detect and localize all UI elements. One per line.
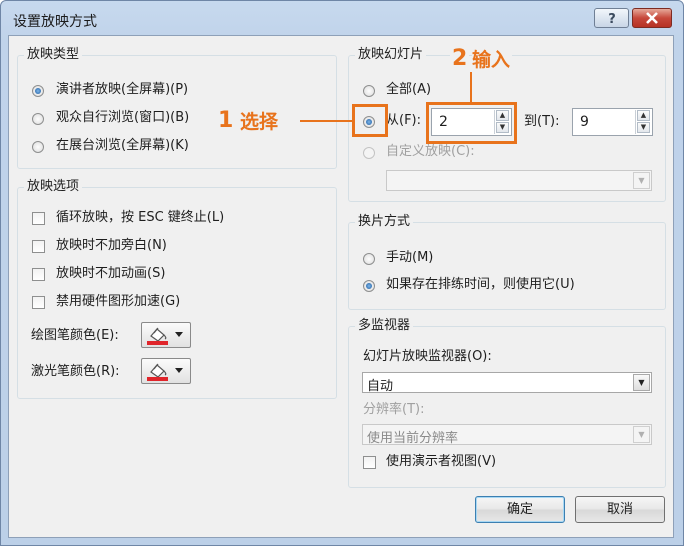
resolution-label: 分辨率(T):	[363, 402, 425, 417]
custom-show-select[interactable]: ▼	[386, 170, 652, 191]
chevron-down-icon: ▼	[633, 172, 650, 189]
to-down-arrow[interactable]: ▼	[637, 122, 650, 133]
monitor-select[interactable]: 自动 ▼	[362, 372, 652, 394]
checkbox-loop-label: 循环放映，按 ESC 键终止(L)	[56, 210, 225, 225]
checkbox-no-narration-label: 放映时不加旁白(N)	[56, 238, 167, 253]
laser-color-picker[interactable]	[141, 358, 191, 384]
close-icon	[646, 12, 658, 24]
step2-text: 输入	[472, 48, 513, 72]
advance-group-title: 换片方式	[355, 214, 414, 230]
checkbox-no-animation-label: 放映时不加动画(S)	[56, 266, 166, 281]
checkbox-no-animation[interactable]	[32, 268, 45, 281]
resolution-select-value: 使用当前分辨率	[367, 431, 459, 446]
show-type-group-title: 放映类型	[24, 47, 83, 63]
to-label: 到(T):	[524, 114, 560, 129]
radio-presenter-label: 演讲者放映(全屏幕)(P)	[56, 82, 189, 97]
radio-individual[interactable]	[32, 113, 44, 125]
chevron-down-icon	[175, 332, 183, 337]
step2-callout-line	[470, 72, 472, 102]
help-button[interactable]: ?	[594, 8, 629, 28]
paint-bucket-icon	[147, 327, 168, 345]
checkbox-presenter-view[interactable]	[363, 456, 376, 469]
radio-use-timings-label: 如果存在排练时间，则使用它(U)	[386, 277, 575, 292]
slides-group-title: 放映幻灯片	[355, 47, 427, 63]
resolution-select[interactable]: 使用当前分辨率 ▼	[362, 424, 652, 446]
step1-callout-line	[300, 120, 352, 122]
help-icon: ?	[608, 12, 616, 25]
pen-color-picker[interactable]	[141, 322, 191, 348]
step2-highlight-box	[426, 102, 517, 144]
step2-number: 2	[450, 46, 470, 72]
radio-all-slides[interactable]	[363, 85, 375, 97]
monitor-select-value: 自动	[367, 379, 394, 394]
monitors-group-title: 多监视器	[355, 318, 414, 334]
checkbox-disable-hw-accel[interactable]	[32, 296, 45, 309]
step1-number: 1	[218, 108, 234, 133]
step1-text: 选择	[240, 111, 279, 133]
chevron-down-icon: ▼	[633, 374, 650, 391]
close-button[interactable]	[632, 8, 672, 28]
radio-kiosk[interactable]	[32, 141, 44, 153]
chevron-down-icon	[175, 368, 183, 373]
to-spinner[interactable]: 9 ▲ ▼	[572, 108, 653, 136]
radio-custom-show[interactable]	[363, 147, 375, 159]
step1-highlight-box	[352, 104, 388, 137]
radio-kiosk-label: 在展台浏览(全屏幕)(K)	[56, 138, 189, 153]
dialog-title: 设置放映方式	[13, 14, 97, 30]
show-options-group-title: 放映选项	[24, 179, 83, 195]
to-value: 9	[580, 114, 589, 130]
advance-group: 换片方式	[348, 214, 666, 310]
radio-custom-show-label: 自定义放映(C):	[386, 144, 475, 159]
to-up-arrow[interactable]: ▲	[637, 110, 650, 121]
chevron-down-icon: ▼	[633, 426, 650, 443]
monitor-label: 幻灯片放映监视器(O):	[363, 349, 492, 364]
cancel-button[interactable]: 取消	[575, 496, 665, 523]
radio-individual-label: 观众自行浏览(窗口)(B)	[56, 110, 190, 125]
checkbox-disable-hw-accel-label: 禁用硬件图形加速(G)	[56, 294, 181, 309]
from-label: 从(F):	[386, 113, 422, 128]
checkbox-presenter-view-label: 使用演示者视图(V)	[386, 454, 497, 469]
radio-manual[interactable]	[363, 253, 375, 265]
laser-color-label: 激光笔颜色(R):	[31, 364, 120, 379]
to-spinner-arrows: ▲ ▼	[635, 110, 651, 134]
paint-bucket-icon	[147, 363, 168, 381]
pen-color-label: 绘图笔颜色(E):	[31, 328, 119, 343]
radio-use-timings[interactable]	[363, 280, 375, 292]
ok-button[interactable]: 确定	[475, 496, 565, 523]
svg-text:?: ?	[608, 12, 616, 25]
radio-all-slides-label: 全部(A)	[386, 82, 432, 97]
radio-manual-label: 手动(M)	[386, 250, 434, 265]
checkbox-loop[interactable]	[32, 212, 45, 225]
checkbox-no-narration[interactable]	[32, 240, 45, 253]
radio-presenter[interactable]	[32, 85, 44, 97]
